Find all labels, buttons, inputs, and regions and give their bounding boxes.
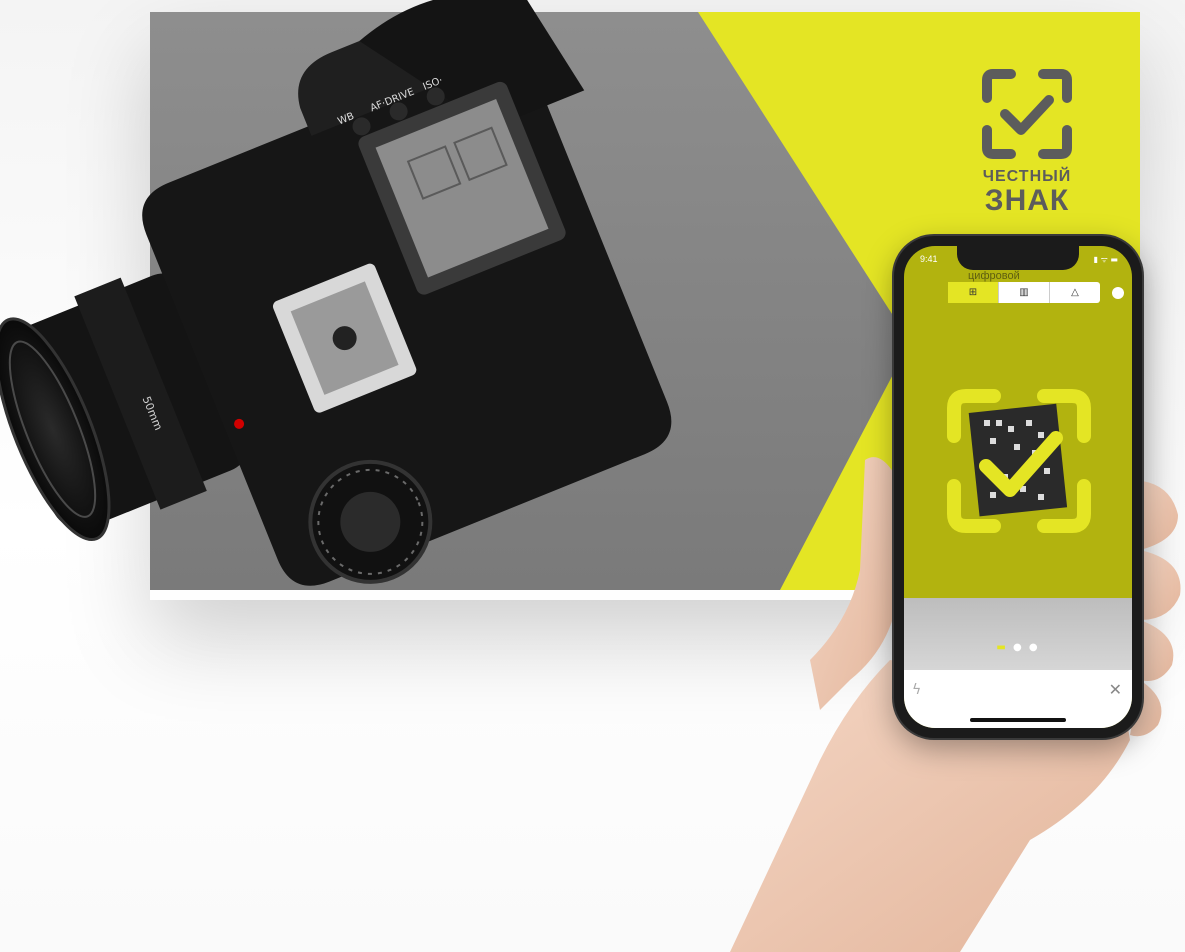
screen-label: цифровой: [968, 270, 1020, 282]
tab-datamatrix[interactable]: ⊞: [948, 282, 999, 303]
tab-barcode[interactable]: ▥: [999, 282, 1050, 303]
home-indicator: [970, 718, 1066, 722]
page-indicator: ▬ ● ●: [904, 642, 1132, 653]
status-time: 9:41: [920, 254, 938, 264]
tab-warning[interactable]: △: [1050, 282, 1100, 303]
check-frame-icon: [982, 69, 1072, 159]
scan-check-graphic: [947, 389, 1091, 533]
camera-body: WB AF·DRIVE ISO·: [142, 0, 672, 586]
logo-text-znak: ЗНАК: [984, 184, 1070, 217]
dslr-camera: 50mm WB AF·DRIVE ISO·: [0, 0, 672, 586]
status-icons: ▮ ᯤ ▬: [1093, 255, 1118, 264]
smartphone: 9:41 ▮ ᯤ ▬ цифровой ⊞ ▥ △ ▬ ● ● ϟ ✕: [894, 236, 1142, 738]
page-indicator-active: ▬: [996, 642, 1008, 653]
product-photo-scene: ЧЕСТНЫЙ ЗНАК 50mm WB AF·DRIVE ISO· 9:41 …: [0, 0, 1185, 952]
chestny-znak-logo: ЧЕСТНЫЙ ЗНАК: [972, 68, 1082, 216]
scan-mode-switch: ⊞ ▥ △: [948, 282, 1100, 303]
datamatrix-icon: ⊞: [968, 287, 978, 298]
phone-notch: [957, 246, 1079, 270]
flash-icon[interactable]: ϟ: [912, 682, 921, 698]
bottom-toolbar: ϟ ✕: [904, 670, 1132, 728]
page-indicator-rest: ● ●: [1013, 642, 1040, 653]
warning-icon: △: [1071, 287, 1079, 298]
barcode-icon: ▥: [1019, 287, 1029, 298]
camera-preview-band: [904, 598, 1132, 670]
close-icon[interactable]: ✕: [1109, 680, 1122, 699]
record-dot-button[interactable]: [1112, 287, 1124, 299]
phone-screen: 9:41 ▮ ᯤ ▬ цифровой ⊞ ▥ △ ▬ ● ● ϟ ✕: [904, 246, 1132, 728]
